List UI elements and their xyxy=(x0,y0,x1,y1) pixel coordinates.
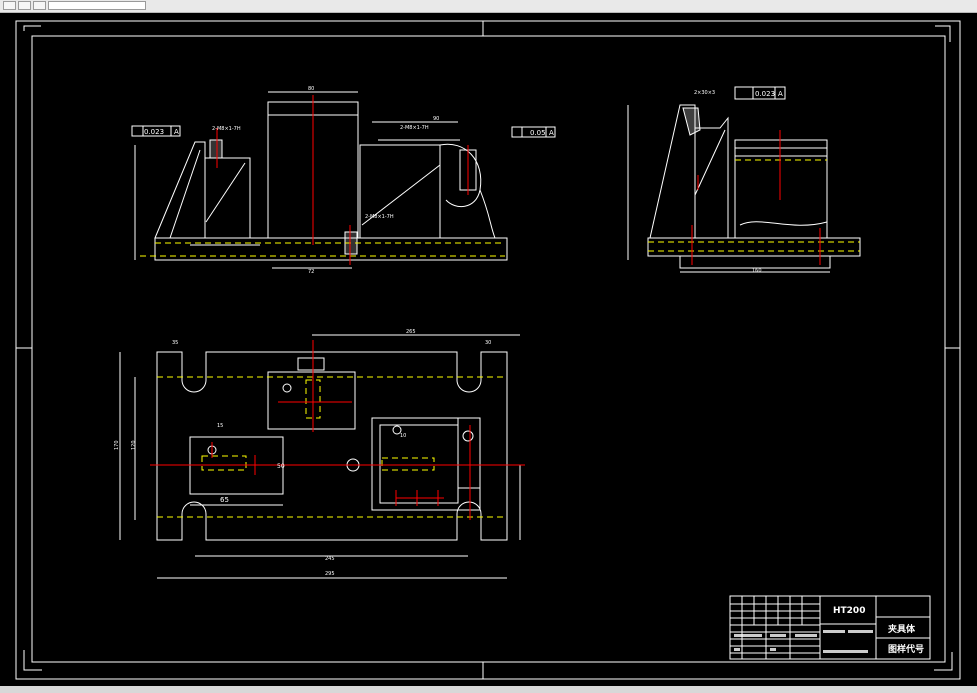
side-view xyxy=(627,86,861,273)
dim-30: 30 xyxy=(485,340,491,346)
front-view xyxy=(131,91,556,269)
dim-160: 160 xyxy=(752,268,762,274)
status-bar xyxy=(0,686,977,693)
dim-90: 90 xyxy=(433,116,439,122)
thread-note-4: 2×30×3 xyxy=(694,90,715,96)
dim-35: 35 xyxy=(172,340,178,346)
datum-label-1: A xyxy=(174,128,179,136)
drawing-code-label: 图样代号 xyxy=(888,643,924,655)
thread-note-3: 2-M8×1-7H xyxy=(400,125,429,131)
tolerance-label-1: 0.023 xyxy=(144,128,164,136)
open-icon[interactable] xyxy=(18,1,31,10)
thread-note-2: 2-M8×1-7H xyxy=(365,214,394,220)
dim-10: 10 xyxy=(400,433,406,439)
drawing-canvas[interactable]: 0.023 A 0.05 A 0.023 A 2-M8×1-7H 2-M8×1-… xyxy=(0,12,977,686)
front-center-lines xyxy=(216,95,469,265)
dim-15: 15 xyxy=(217,423,223,429)
side-hidden-lines xyxy=(648,159,860,252)
dim-265: 265 xyxy=(406,329,416,335)
title-block-fill xyxy=(734,630,873,653)
datum-label-2: A xyxy=(549,129,554,137)
new-icon[interactable] xyxy=(3,1,16,10)
part-name-label: 夹具体 xyxy=(888,623,916,635)
dim-72: 72 xyxy=(308,269,314,275)
dim-295: 295 xyxy=(325,571,335,577)
title-block-text: HT200 夹具体 图样代号 xyxy=(833,606,924,655)
tolerance-label-3: 0.023 xyxy=(755,90,775,98)
layer-dropdown[interactable] xyxy=(48,1,146,10)
material-label: HT200 xyxy=(833,606,865,616)
sheet-border xyxy=(15,20,961,680)
side-center-lines xyxy=(691,130,821,265)
tolerance-label-2: 0.05 xyxy=(530,129,546,137)
dim-80: 80 xyxy=(308,86,314,92)
top-view xyxy=(119,334,521,579)
dim-50: 50 xyxy=(277,463,285,470)
dim-245: 245 xyxy=(325,556,335,562)
dim-120: 120 xyxy=(131,440,137,450)
dim-170: 170 xyxy=(114,440,120,450)
dim-65: 65 xyxy=(220,496,229,504)
datum-label-3: A xyxy=(778,90,783,98)
thread-note-1: 2-M8×1-7H xyxy=(212,126,241,132)
save-icon[interactable] xyxy=(33,1,46,10)
